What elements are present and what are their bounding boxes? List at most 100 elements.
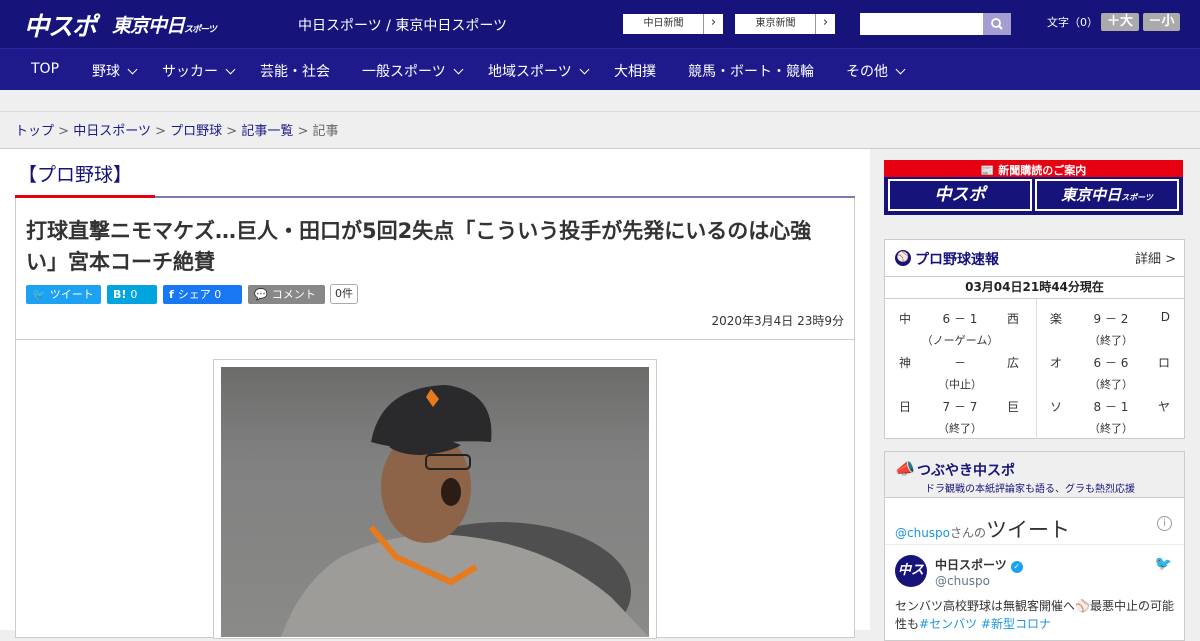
tweet-text: センバツ高校野球は無観客開催へ⚾最悪中止の可能性も#センバツ #新型コロナ <box>895 597 1175 633</box>
tokyo-shimbun-link[interactable]: 東京新聞 › <box>734 13 836 35</box>
baseball-icon: ⚾ <box>895 250 911 266</box>
ad-strip <box>0 90 1200 112</box>
game-score[interactable]: 神 － 広 （中止） <box>887 344 1033 391</box>
facebook-icon: f <box>169 288 174 301</box>
font-smaller-button[interactable]: －小 <box>1143 13 1180 31</box>
game-score[interactable]: 楽 9 － 2 D （終了） <box>1038 300 1184 347</box>
twitter-widget-subtitle: ドラ観戦の本紙評論家も語る、グラも熱烈応援 <box>925 484 1135 495</box>
game-score[interactable]: オ 6 － 6 ロ （終了） <box>1038 344 1184 391</box>
promo-tokyo-logo[interactable]: 東京中日スポーツ <box>1035 179 1179 211</box>
nav-item-label: サッカー <box>162 64 218 80</box>
nav-item-general-sports[interactable]: 一般スポーツ <box>362 61 464 81</box>
timeline-heading[interactable]: @chuspoさんのツイート <box>895 514 1070 544</box>
nav-item-label: 芸能・社会 <box>260 64 330 80</box>
breadcrumb: トップ > 中日スポーツ > プロ野球 > 記事一覧 > 記事 <box>15 120 339 139</box>
font-size-label: 文字（0） <box>1047 16 1098 29</box>
nav-item-others[interactable]: その他 <box>846 61 906 81</box>
nav-item-label: 地域スポーツ <box>488 64 572 80</box>
breadcrumb-pro-baseball[interactable]: プロ野球 <box>170 124 222 139</box>
breadcrumb-separator: > <box>155 124 166 139</box>
chevron-down-icon <box>127 64 138 75</box>
nav-item-sumo[interactable]: 大相撲 <box>614 61 656 81</box>
timeline-handle-suffix: さんの <box>950 526 987 540</box>
facebook-share-button[interactable]: f シェア 0 <box>163 285 242 304</box>
tweet-button[interactable]: 🐦 ツイート <box>26 285 101 304</box>
breadcrumb-article-list[interactable]: 記事一覧 <box>241 124 293 139</box>
tweet-author-username[interactable]: @chuspo <box>935 574 990 588</box>
search-icon <box>991 18 1003 30</box>
scores-title: プロ野球速報 <box>915 252 999 268</box>
scores-divider <box>1036 299 1037 439</box>
nav-item-label: 大相撲 <box>614 64 656 80</box>
chuspo-logo[interactable]: 中スポ <box>24 7 97 43</box>
tweet-author-name[interactable]: 中日スポーツ ✓ <box>935 556 1023 573</box>
nav-item-label: TOP <box>31 61 60 77</box>
timeline-divider <box>885 544 1184 545</box>
nav-item-soccer[interactable]: サッカー <box>162 61 236 81</box>
paper-link-label: 中日新聞 <box>643 18 684 29</box>
twitter-widget-header: 📣 つぶやき中スポ ドラ観戦の本紙評論家も語る、グラも熱烈応援 <box>885 452 1184 498</box>
hashtag[interactable]: #新型コロナ <box>981 617 1051 631</box>
game-score[interactable]: 日 7 － 7 巨 （終了） <box>887 388 1033 435</box>
game-score[interactable]: 中 6 － 1 西 （ノーゲーム） <box>887 300 1033 347</box>
away-team: ヤ <box>1157 400 1170 414</box>
comment-button[interactable]: 💬 コメント <box>248 285 325 304</box>
verified-badge-icon: ✓ <box>1010 561 1023 573</box>
search-input[interactable] <box>860 13 984 35</box>
chunichi-shimbun-link[interactable]: 中日新聞 › <box>622 13 724 35</box>
facebook-share-label: シェア <box>177 288 211 301</box>
twitter-bird-icon[interactable]: 🐦 <box>1155 556 1172 572</box>
away-team: 巨 <box>1006 400 1019 414</box>
game-score[interactable]: ソ 8 － 1 ヤ （終了） <box>1038 388 1184 435</box>
avatar[interactable]: 中スポ <box>895 555 927 610</box>
scores-more-link[interactable]: 詳細 > <box>1135 248 1176 267</box>
nav-item-entertainment[interactable]: 芸能・社会 <box>260 61 330 81</box>
breadcrumb-top[interactable]: トップ <box>15 124 54 139</box>
twitter-bird-icon: 🐦 <box>32 288 46 301</box>
twitter-widget-title: つぶやき中スポ <box>917 463 1015 479</box>
promo-tokyo-logo-text: 東京中日 <box>1061 186 1122 204</box>
breadcrumb-chunichi-sports[interactable]: 中日スポーツ <box>73 124 151 139</box>
baseball-scores-widget: ⚾ プロ野球速報 詳細 > 03月04日21時44分現在 中 6 － 1 西 （… <box>884 239 1185 439</box>
comment-count[interactable]: 0件 <box>330 284 358 304</box>
breadcrumb-separator: > <box>226 124 238 139</box>
font-larger-button[interactable]: ＋大 <box>1101 13 1139 31</box>
chevron-right-icon: › <box>815 14 835 34</box>
nav-item-regional-sports[interactable]: 地域スポーツ <box>488 61 590 81</box>
site-title: 中日スポーツ / 東京中日スポーツ <box>298 18 508 34</box>
chevron-right-icon: › <box>703 14 723 34</box>
hashtag[interactable]: #センバツ <box>919 617 977 631</box>
headline-divider <box>16 339 854 340</box>
search-button[interactable] <box>983 13 1011 35</box>
nav-item-baseball[interactable]: 野球 <box>92 61 138 81</box>
chevron-down-icon <box>895 64 906 75</box>
hatena-count: 0 <box>130 288 138 301</box>
chevron-down-icon <box>453 64 464 75</box>
timeline-handle: @chuspo <box>895 526 951 540</box>
twitter-widget: 📣 つぶやき中スポ ドラ観戦の本紙評論家も語る、グラも熱烈応援 @chuspoさ… <box>884 451 1185 641</box>
comment-icon: 💬 <box>254 288 268 301</box>
pitcher-photo-illustration <box>281 385 649 637</box>
tokyo-logo-small: スポーツ <box>184 25 217 35</box>
nav-item-racing[interactable]: 競馬・ボート・競輪 <box>688 61 814 81</box>
newspaper-icon: 📰 <box>980 164 999 177</box>
tweet-label: ツイート <box>49 288 94 301</box>
breadcrumb-separator: > <box>58 124 70 139</box>
hatena-bookmark-button[interactable]: B! 0 <box>107 285 157 304</box>
article-photo[interactable] <box>221 367 649 637</box>
info-icon[interactable]: i <box>1157 516 1172 531</box>
main-nav: TOP 野球 サッカー 芸能・社会 一般スポーツ 地域スポーツ 大相撲 競馬・ボ… <box>0 48 1200 90</box>
promo-title: 📰 新聞購読のご案内 <box>884 162 1183 178</box>
promo-chuspo-logo[interactable]: 中スポ <box>888 179 1032 211</box>
paper-link-label: 東京新聞 <box>755 18 796 29</box>
tokyo-chunichi-logo[interactable]: 東京中日スポーツ <box>112 11 217 38</box>
hatena-icon: B! <box>113 288 127 301</box>
away-team: 西 <box>1006 312 1019 326</box>
subscription-promo[interactable]: 📰 新聞購読のご案内 中スポ 東京中日スポーツ <box>884 160 1183 215</box>
nav-item-label: その他 <box>846 64 888 80</box>
baseball-emoji: ⚾ <box>1075 599 1090 613</box>
breadcrumb-separator: > <box>297 124 309 139</box>
tweet-text-start: センバツ高校野球は無観客開催へ <box>895 599 1076 613</box>
nav-item-top[interactable]: TOP <box>31 61 59 77</box>
site-header: 中スポ 東京中日スポーツ 中日スポーツ / 東京中日スポーツ 中日新聞 › 東京… <box>0 0 1200 48</box>
